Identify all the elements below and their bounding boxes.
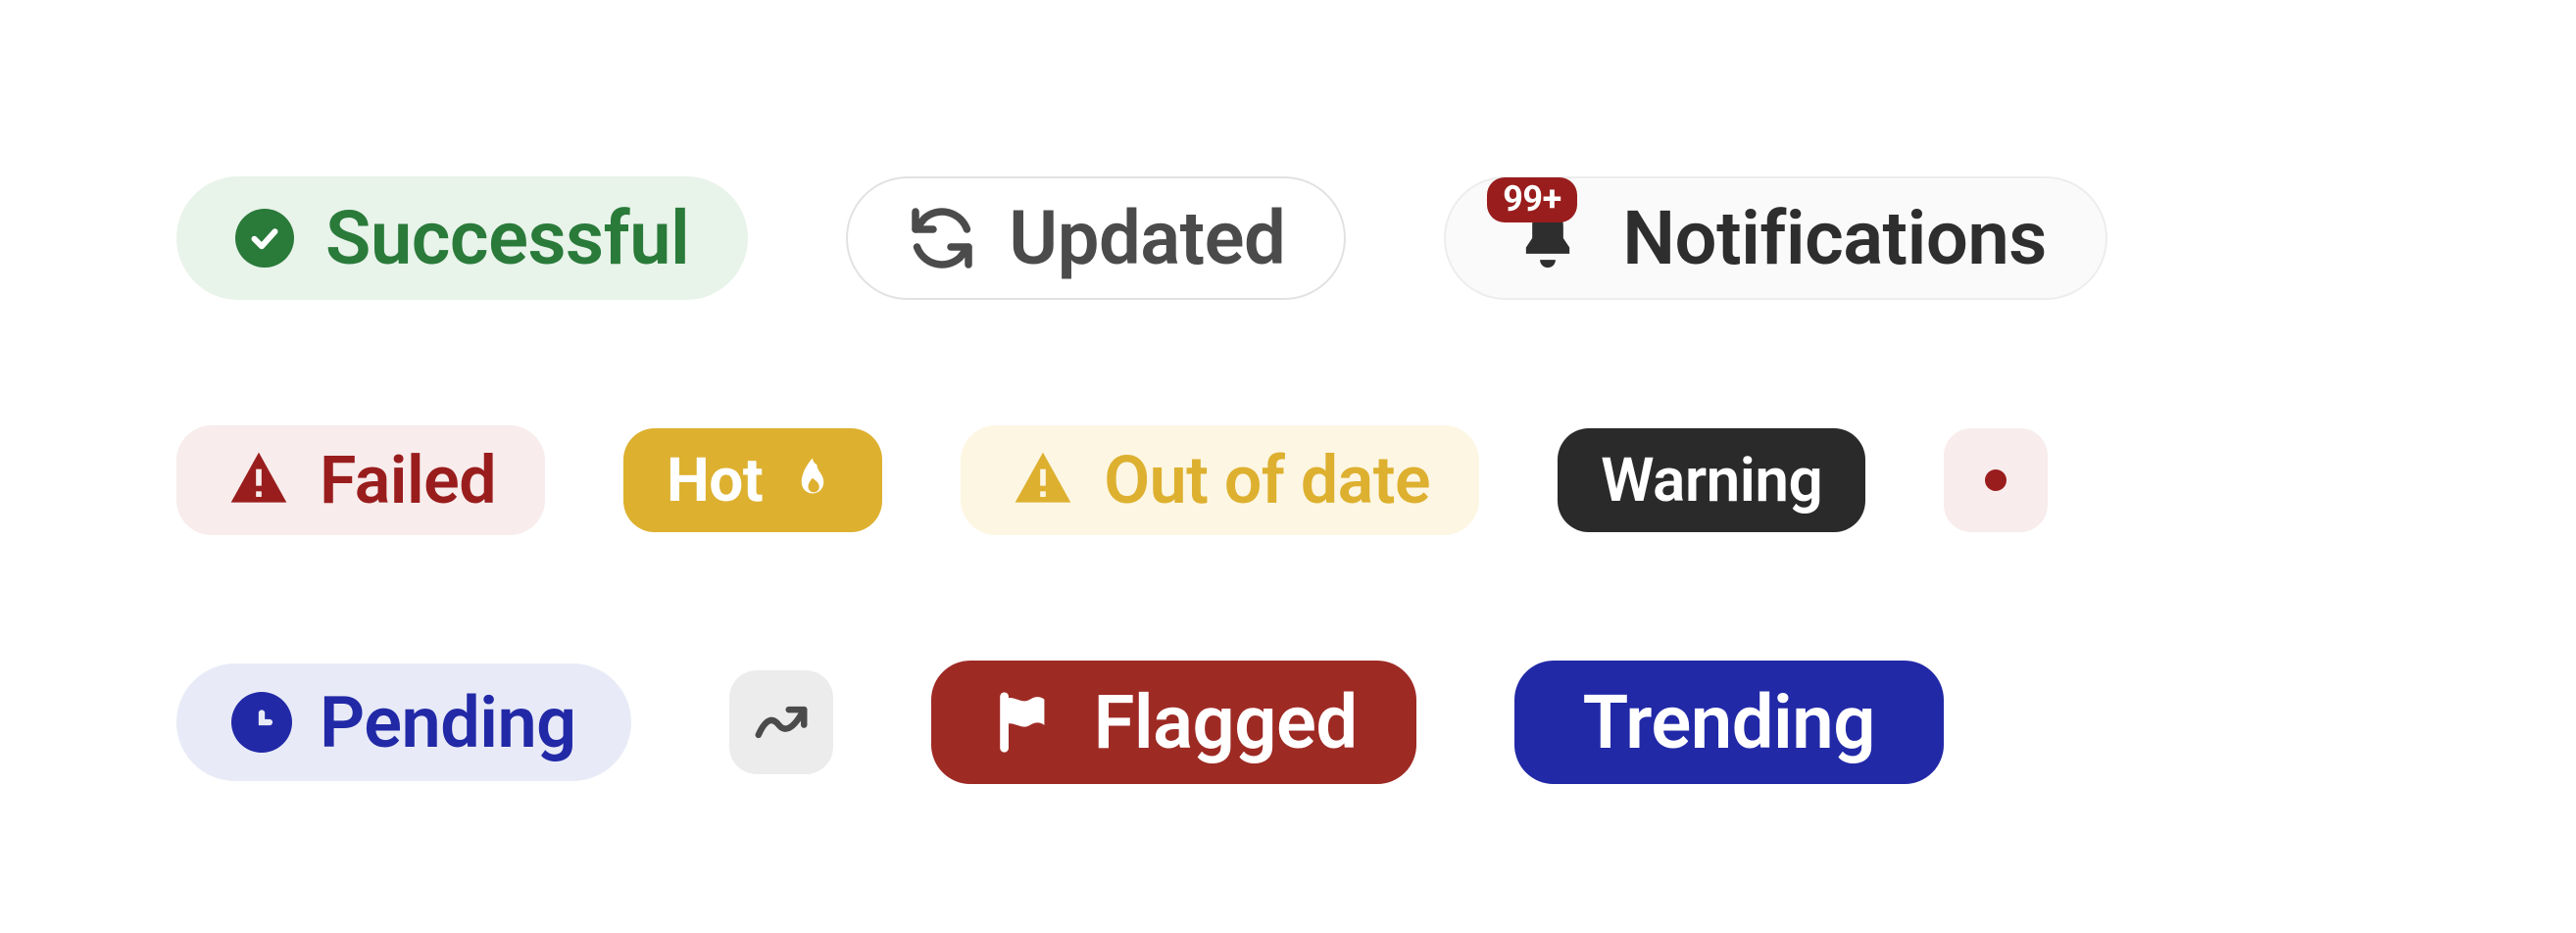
- row-3: Pending Flagged Trending: [176, 661, 2576, 784]
- trending-label: Trending: [1583, 678, 1875, 766]
- notifications-count: 99+: [1487, 177, 1576, 222]
- failed-label: Failed: [320, 441, 496, 519]
- trending-badge: Trending: [1514, 661, 1944, 784]
- warning-triangle-icon: [225, 447, 292, 514]
- pending-label: Pending: [320, 681, 576, 764]
- row-1: Successful Updated 99+ Notif: [176, 176, 2576, 300]
- notifications-label: Notifications: [1622, 194, 2047, 282]
- trend-icon-badge: [729, 670, 833, 774]
- hot-label: Hot: [667, 445, 763, 516]
- fire-icon: [786, 454, 839, 507]
- warning-badge: Warning: [1558, 428, 1865, 532]
- warning-triangle-icon: [1010, 447, 1076, 514]
- flagged-badge: Flagged: [931, 661, 1416, 784]
- dot-icon: [1985, 469, 2006, 491]
- notifications-badge: 99+ Notifications: [1444, 176, 2107, 300]
- pending-badge: Pending: [176, 663, 631, 781]
- hot-badge: Hot: [623, 428, 882, 532]
- warning-label: Warning: [1601, 445, 1822, 516]
- refresh-icon: [907, 203, 977, 273]
- updated-badge: Updated: [846, 176, 1346, 300]
- flagged-label: Flagged: [1094, 678, 1358, 766]
- failed-badge: Failed: [176, 425, 545, 535]
- out-of-date-badge: Out of date: [961, 425, 1479, 535]
- status-dot-badge: [1944, 428, 2048, 532]
- clock-icon: [231, 692, 292, 753]
- trending-up-icon: [751, 692, 812, 753]
- flag-icon: [990, 688, 1059, 757]
- badge-gallery: Successful Updated 99+ Notif: [0, 0, 2576, 933]
- check-circle-icon: [235, 209, 294, 268]
- updated-label: Updated: [1009, 194, 1285, 282]
- successful-badge: Successful: [176, 176, 748, 300]
- bell-icon: 99+: [1505, 195, 1591, 281]
- out-of-date-label: Out of date: [1104, 441, 1430, 519]
- row-2: Failed Hot Out of date Warning: [176, 425, 2576, 535]
- successful-label: Successful: [325, 194, 689, 282]
